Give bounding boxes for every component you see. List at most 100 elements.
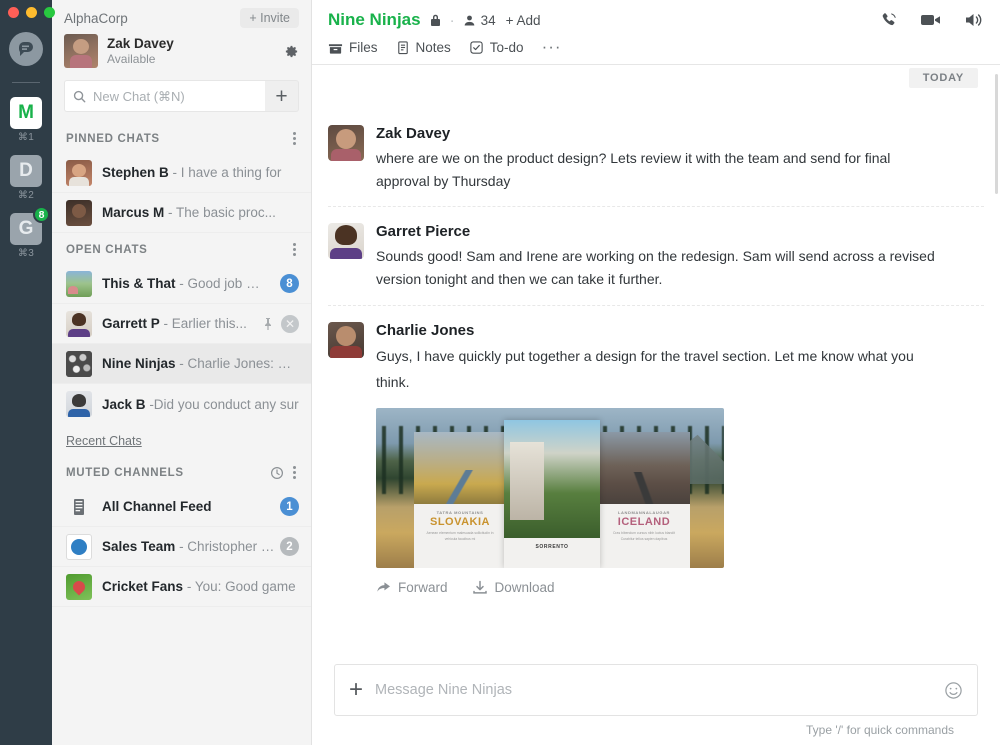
travel-card-title: SLOVAKIA (414, 516, 506, 528)
rail-tile-m[interactable]: M (10, 97, 42, 129)
pinned-chats-menu-icon[interactable] (291, 130, 298, 147)
unread-badge: 8 (280, 274, 299, 293)
app-window: M ⌘1 D ⌘2 G 8 ⌘3 AlphaCorp + Invite (0, 0, 1000, 745)
avatar (66, 391, 92, 417)
download-button[interactable]: Download (472, 580, 555, 595)
sidebar-chat-garrett-p[interactable]: Garrett P - Earlier this... ✕ (52, 304, 311, 344)
page-title: Nine Ninjas (328, 10, 421, 30)
header-separator: · (450, 12, 455, 29)
date-divider-row: TODAY (312, 65, 1000, 89)
chat-row-name: Marcus M (102, 205, 164, 220)
rail-item-d[interactable]: D ⌘2 (10, 155, 42, 207)
minimize-window-button[interactable] (26, 7, 37, 18)
tab-notes[interactable]: Notes (396, 40, 451, 55)
invite-button[interactable]: + Invite (240, 8, 299, 28)
attach-plus-button[interactable]: + (349, 678, 363, 702)
rail-shortcut-g: ⌘3 (18, 248, 34, 259)
add-member-button[interactable]: + Add (506, 13, 541, 28)
close-icon[interactable]: ✕ (281, 315, 299, 333)
open-chats-menu-icon[interactable] (291, 241, 298, 258)
section-title-pinned: PINNED CHATS (66, 133, 160, 145)
travel-card-photo (414, 432, 506, 504)
phone-call-icon[interactable] (879, 11, 898, 30)
search-box[interactable] (64, 80, 265, 112)
close-window-button[interactable] (8, 7, 19, 18)
travel-card-kicker: LANDMANNALAUGAR (598, 510, 690, 515)
chat-row-preview: - Christopher J: d. (179, 539, 276, 554)
section-header-open: OPEN CHATS (52, 233, 311, 264)
download-label: Download (495, 580, 555, 595)
message-composer[interactable]: + (334, 664, 978, 716)
message-item: Zak Davey where are we on the product de… (328, 89, 984, 207)
search-input[interactable] (93, 89, 257, 104)
member-count-group[interactable]: 34 (463, 13, 496, 28)
maximize-window-button[interactable] (44, 7, 55, 18)
notes-icon (396, 40, 410, 55)
sidebar-chat-marcus-m[interactable]: Marcus M - The basic proc... (52, 193, 311, 233)
gear-icon[interactable] (284, 44, 299, 59)
rail-shortcut-d: ⌘2 (18, 190, 34, 201)
video-camera-icon[interactable] (920, 12, 942, 28)
chat-row-text: All Channel Feed (102, 499, 274, 514)
message-attachment-image[interactable]: TATRA MOUNTAINS SLOVAKIA Aenean elementu… (376, 408, 724, 568)
travel-card-caption: TATRA MOUNTAINS SLOVAKIA Aenean elementu… (414, 510, 506, 543)
chat-row-name: This & That (102, 276, 176, 291)
chat-row-text: Garrett P - Earlier this... (102, 316, 256, 331)
section-title-open: OPEN CHATS (66, 244, 148, 256)
sidebar-chat-stephen-b[interactable]: Stephen B - I have a thing for (52, 153, 311, 193)
rail-item-m[interactable]: M ⌘1 (10, 97, 42, 149)
muted-section-actions (270, 464, 298, 481)
chat-tabs: Files Notes (328, 30, 984, 64)
recent-chats-link[interactable]: Recent Chats (52, 424, 311, 456)
chat-row-name: Sales Team (102, 539, 175, 554)
pin-icon[interactable] (262, 317, 274, 331)
message-input[interactable] (375, 682, 944, 698)
speaker-icon[interactable] (964, 11, 984, 29)
message-body: Garret Pierce Sounds good! Sam and Irene… (376, 223, 984, 290)
sidebar-chat-nine-ninjas[interactable]: Nine Ninjas - Charlie Jones: G... (52, 344, 311, 384)
sidebar-channel-cricket-fans[interactable]: Cricket Fans - You: Good game (52, 567, 311, 607)
forward-button[interactable]: Forward (376, 580, 448, 595)
date-divider-badge: TODAY (909, 68, 978, 88)
smiley-icon[interactable] (944, 681, 963, 700)
tab-files[interactable]: Files (328, 40, 378, 55)
new-chat-search: + (64, 80, 299, 112)
message-author: Garret Pierce (376, 223, 984, 240)
rail-item-g[interactable]: G 8 ⌘3 (10, 213, 42, 265)
sidebar: AlphaCorp + Invite Zak Davey Available (52, 0, 312, 745)
travel-card-kicker: SORRENTO (504, 544, 600, 550)
message-text: Sounds good! Sam and Irene are working o… (376, 245, 936, 290)
files-box-icon (328, 41, 343, 55)
rail-letter-d: D (19, 160, 33, 182)
sidebar-header: AlphaCorp + Invite (52, 0, 311, 28)
travel-card-body: Cras bibendum cursus nibh luctus blandit… (598, 531, 690, 543)
checkbox-circle-icon (469, 40, 484, 55)
mute-clock-icon[interactable] (270, 466, 284, 480)
avatar (66, 574, 92, 600)
chat-pane: Nine Ninjas · 34 + Add (312, 0, 1000, 745)
tab-todo[interactable]: To-do (469, 40, 524, 55)
travel-card-body: Aenean elementum malesuada sollicitudin … (414, 531, 506, 543)
chat-row-name: Garrett P (102, 316, 160, 331)
rail-letter-m: M (18, 102, 34, 124)
message-text: Guys, I have quickly put together a desi… (376, 344, 936, 396)
new-chat-button[interactable]: + (265, 80, 299, 112)
message-scrollbar[interactable] (995, 74, 998, 194)
sidebar-chat-jack-b[interactable]: Jack B -Did you conduct any sur (52, 384, 311, 424)
composer-area: + Type '/' for quick commands (312, 664, 1000, 745)
avatar (328, 223, 364, 259)
chat-row-preview: - Charlie Jones: G... (179, 356, 299, 371)
rail-tile-g[interactable]: G 8 (10, 213, 42, 245)
tab-label: Notes (416, 40, 451, 55)
download-icon (472, 580, 488, 595)
forward-arrow-icon (376, 581, 391, 594)
muted-channels-menu-icon[interactable] (291, 464, 298, 481)
more-options-icon[interactable]: ··· (542, 42, 562, 52)
current-user-row[interactable]: Zak Davey Available (52, 28, 311, 78)
rail-tile-d[interactable]: D (10, 155, 42, 187)
sidebar-channel-all-channel-feed[interactable]: All Channel Feed 1 (52, 487, 311, 527)
window-traffic-lights (8, 7, 55, 18)
sidebar-channel-sales-team[interactable]: Sales Team - Christopher J: d. 2 (52, 527, 311, 567)
chat-row-preview: - I have a thing for (173, 165, 282, 180)
sidebar-chat-this-and-that[interactable]: This & That - Good job 👏... 8 (52, 264, 311, 304)
